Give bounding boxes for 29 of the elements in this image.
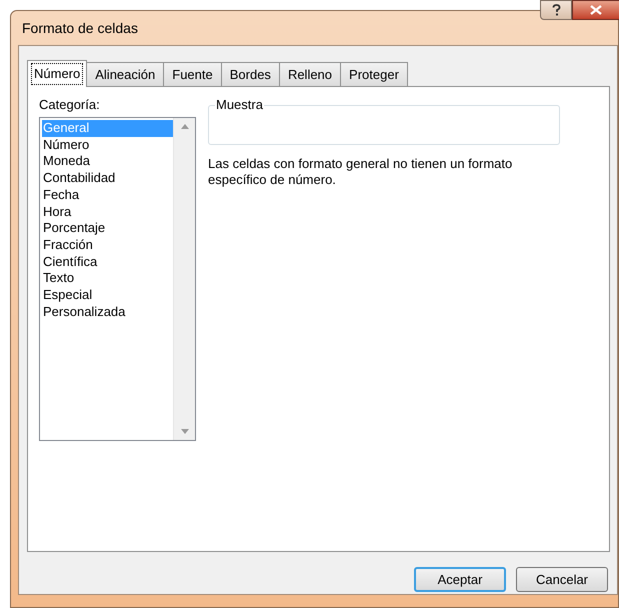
tab[interactable]: Número	[27, 60, 88, 87]
category-item[interactable]: Especial	[42, 287, 173, 304]
scrollbar[interactable]	[173, 118, 195, 440]
help-icon	[552, 4, 560, 16]
category-label: Categoría:	[39, 96, 101, 113]
dialog-button[interactable]: Cancelar	[516, 567, 608, 592]
category-item[interactable]: Personalizada	[42, 304, 173, 320]
category-item[interactable]: Texto	[42, 270, 173, 288]
category-item[interactable]: Científica	[42, 254, 173, 270]
help-button[interactable]	[540, 0, 572, 20]
category-item[interactable]: Porcentaje	[42, 220, 173, 237]
scroll-up-icon[interactable]	[180, 124, 188, 129]
tab[interactable]: Relleno	[278, 62, 342, 86]
description-text: Las celdas con formato general no tienen un formato específico de número.	[208, 156, 514, 188]
category-item[interactable]: Contabilidad	[42, 170, 173, 187]
tab[interactable]: Bordes	[220, 62, 280, 86]
dialog-button[interactable]: Aceptar	[414, 567, 506, 592]
scroll-down-icon[interactable]	[180, 429, 188, 434]
window-title: Formato de celdas	[22, 18, 138, 38]
category-item[interactable]: Fracción	[42, 236, 173, 254]
close-icon	[590, 5, 602, 15]
tab[interactable]: Fuente	[163, 62, 222, 86]
tab[interactable]: Proteger	[340, 62, 408, 86]
category-item[interactable]: Moneda	[42, 153, 173, 170]
category-item[interactable]: Hora	[42, 204, 173, 220]
tab[interactable]: Alineación	[86, 62, 164, 86]
close-button[interactable]	[572, 0, 619, 20]
category-item[interactable]: Número	[42, 136, 173, 154]
category-item[interactable]: Fecha	[42, 186, 173, 204]
